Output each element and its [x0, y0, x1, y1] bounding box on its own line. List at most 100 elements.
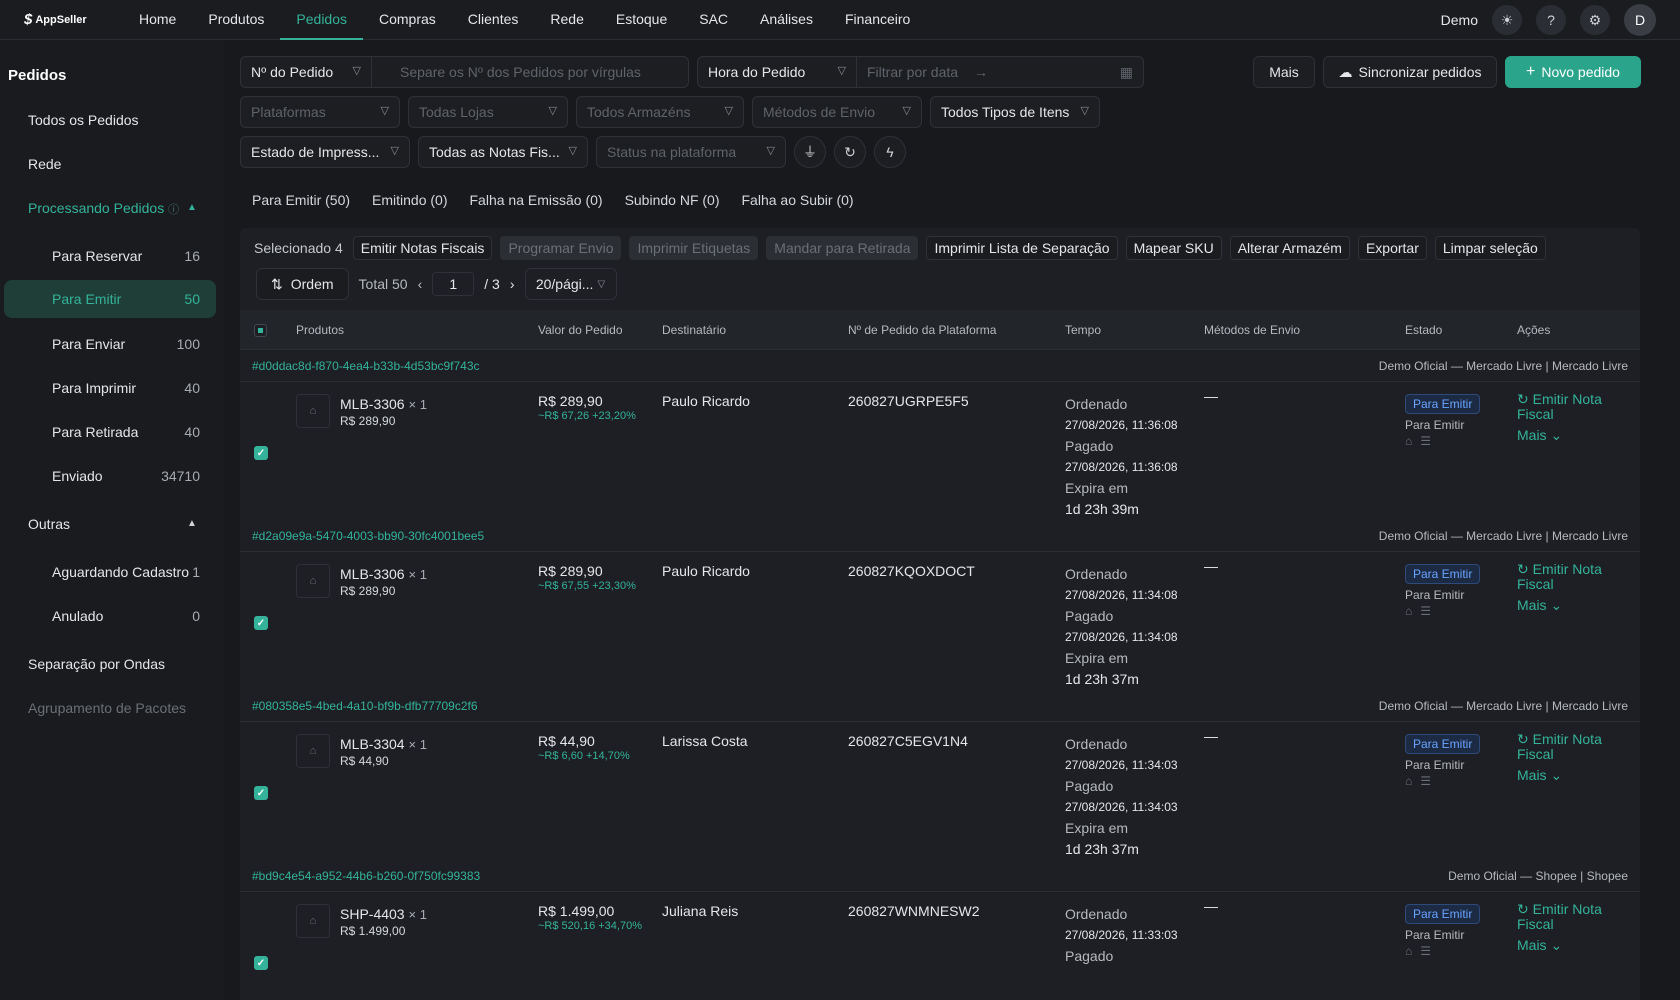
chevron-up-icon[interactable]: ▲ [187, 518, 197, 529]
tag-icon[interactable]: ⌂ [1405, 434, 1420, 448]
clear-selection-button[interactable]: Limpar seleção [1434, 236, 1546, 260]
subtab-para-emitir[interactable]: Para Emitir (50) [252, 192, 350, 208]
map-sku-button[interactable]: Mapear SKU [1125, 236, 1222, 260]
product-sku[interactable]: MLB-3306 × 1 [340, 566, 427, 582]
nav-produtos[interactable]: Produtos [192, 0, 280, 40]
sidebar-item-agrupamento[interactable]: Agrupamento de Pacotes [28, 700, 186, 716]
row-more-menu[interactable]: Mais ⌄ [1517, 768, 1617, 783]
list-icon[interactable]: ☰ [1420, 604, 1439, 618]
nav-clientes[interactable]: Clientes [452, 0, 535, 40]
col-produtos[interactable]: Produtos [296, 323, 344, 337]
help-icon[interactable]: ? [1536, 5, 1566, 35]
sidebar-item-anulado[interactable]: Anulado 0 [52, 608, 200, 624]
avatar[interactable]: D [1624, 4, 1656, 36]
order-id-link[interactable]: #bd9c4e54-a952-44b6-b260-0f750fc99383 [252, 869, 480, 883]
nav-pedidos[interactable]: Pedidos [280, 0, 363, 40]
order-id-link[interactable]: #080358e5-4bed-4a10-bf9b-dfb77709c2f6 [252, 699, 478, 713]
nav-analises[interactable]: Análises [744, 0, 829, 40]
sidebar-item-para-reservar[interactable]: Para Reservar 16 [52, 248, 200, 264]
sidebar-group-processing[interactable]: Processando Pedidos ⓘ [28, 200, 179, 217]
refresh-icon[interactable]: ↻ [834, 136, 866, 168]
shipping-methods-select[interactable]: Métodos de Envio ▽ [752, 96, 922, 128]
sidebar-group-outras[interactable]: Outras [28, 516, 70, 532]
subtab-falha-subir[interactable]: Falha ao Subir (0) [742, 192, 854, 208]
nav-estoque[interactable]: Estoque [600, 0, 683, 40]
sync-orders-button[interactable]: ☁ Sincronizar pedidos [1323, 56, 1497, 88]
order-number-select[interactable]: Nº do Pedido ▽ [240, 56, 372, 88]
theme-toggle-icon[interactable]: ☀ [1492, 5, 1522, 35]
select-all-checkbox[interactable] [254, 324, 267, 337]
new-order-button[interactable]: + Novo pedido [1505, 56, 1641, 88]
col-acoes[interactable]: Ações [1517, 323, 1550, 337]
prev-page-icon[interactable]: ‹ [418, 276, 423, 292]
row-checkbox[interactable]: ✓ [254, 446, 268, 460]
list-icon[interactable]: ☰ [1420, 774, 1439, 788]
row-more-menu[interactable]: Mais ⌄ [1517, 938, 1617, 953]
row-checkbox[interactable]: ✓ [254, 616, 268, 630]
sidebar-item-aguardando-cadastro[interactable]: Aguardando Cadastro 1 [52, 564, 200, 580]
col-estado[interactable]: Estado [1405, 323, 1442, 337]
nav-compras[interactable]: Compras [363, 0, 452, 40]
order-id-link[interactable]: #d0ddac8d-f870-4ea4-b33b-4d53bc9f743c [252, 359, 480, 373]
emit-invoice-link[interactable]: ↻ Emitir Nota Fiscal [1517, 392, 1617, 422]
print-state-select[interactable]: Estado de Impress... ▽ [240, 136, 410, 168]
col-destinatario[interactable]: Destinatário [662, 323, 726, 337]
sidebar-item-para-emitir[interactable]: Para Emitir 50 [4, 280, 216, 318]
more-button[interactable]: Mais [1253, 56, 1315, 88]
sort-order-button[interactable]: ⇅ Ordem [256, 268, 349, 300]
print-picklist-button[interactable]: Imprimir Lista de Separação [926, 236, 1118, 260]
order-time-select[interactable]: Hora do Pedido ▽ [697, 56, 857, 88]
row-more-menu[interactable]: Mais ⌄ [1517, 598, 1617, 613]
sidebar-item-para-enviar[interactable]: Para Enviar 100 [52, 336, 200, 352]
sidebar-item-all-orders[interactable]: Todos os Pedidos [28, 112, 139, 128]
next-page-icon[interactable]: › [510, 276, 515, 292]
tag-icon[interactable]: ⌂ [1405, 944, 1420, 958]
product-sku[interactable]: MLB-3304 × 1 [340, 736, 427, 752]
nav-financeiro[interactable]: Financeiro [829, 0, 926, 40]
platforms-select[interactable]: Plataformas ▽ [240, 96, 400, 128]
emit-invoices-button[interactable]: Emitir Notas Fiscais [352, 236, 493, 260]
table-row[interactable]: ✓ ⌂ MLB-3306 × 1 R$ 289,90 R$ 289,90 ~R$… [240, 552, 1640, 702]
platform-status-select[interactable]: Status na plataforma ▽ [596, 136, 786, 168]
sidebar-item-enviado[interactable]: Enviado 34710 [52, 468, 200, 484]
row-more-menu[interactable]: Mais ⌄ [1517, 428, 1617, 443]
page-input[interactable]: 1 [432, 272, 475, 296]
product-sku[interactable]: MLB-3306 × 1 [340, 396, 427, 412]
col-numero-plataforma[interactable]: Nº de Pedido da Plataforma [848, 323, 996, 337]
lightning-icon[interactable]: ϟ [874, 136, 906, 168]
export-button[interactable]: Exportar [1357, 236, 1427, 260]
order-id-link[interactable]: #d2a09e9a-5470-4003-bb90-30fc4001bee5 [252, 529, 484, 543]
tag-icon[interactable]: ⌂ [1405, 774, 1420, 788]
print-labels-button[interactable]: Imprimir Etiquetas [629, 236, 759, 260]
date-range-input[interactable]: Filtrar por data → ▦ [856, 56, 1144, 88]
row-checkbox[interactable]: ✓ [254, 786, 268, 800]
sidebar-item-separacao-ondas[interactable]: Separação por Ondas [28, 656, 165, 672]
list-icon[interactable]: ☰ [1420, 944, 1439, 958]
table-row[interactable]: ✓ ⌂ SHP-4403 × 1 R$ 1.499,00 R$ 1.499,00… [240, 892, 1640, 1000]
col-valor[interactable]: Valor do Pedido [538, 323, 623, 337]
chevron-up-icon[interactable]: ▲ [187, 202, 197, 213]
page-size-select[interactable]: 20/pági... ▽ [524, 268, 617, 300]
sidebar-item-para-imprimir[interactable]: Para Imprimir 40 [52, 380, 200, 396]
invoices-select[interactable]: Todas as Notas Fis... ▽ [418, 136, 588, 168]
warehouses-select[interactable]: Todos Armazéns ▽ [576, 96, 744, 128]
filter-icon[interactable]: ⏚ [794, 136, 826, 168]
user-name[interactable]: Demo [1441, 12, 1478, 28]
sidebar-item-rede[interactable]: Rede [28, 156, 61, 172]
emit-invoice-link[interactable]: ↻ Emitir Nota Fiscal [1517, 902, 1617, 932]
nav-home[interactable]: Home [123, 0, 192, 40]
table-row[interactable]: ✓ ⌂ MLB-3306 × 1 R$ 289,90 R$ 289,90 ~R$… [240, 382, 1640, 532]
change-warehouse-button[interactable]: Alterar Armazém [1229, 236, 1350, 260]
nav-rede[interactable]: Rede [534, 0, 599, 40]
send-pickup-button[interactable]: Mandar para Retirada [766, 236, 919, 260]
subtab-subindo-nf[interactable]: Subindo NF (0) [625, 192, 720, 208]
item-types-select[interactable]: Todos Tipos de Itens ▽ [930, 96, 1100, 128]
app-logo[interactable]: $ AppSeller [24, 11, 87, 28]
order-number-input[interactable]: Separe os Nº dos Pedidos por vírgulas [371, 56, 689, 88]
table-row[interactable]: ✓ ⌂ MLB-3304 × 1 R$ 44,90 R$ 44,90 ~R$ 6… [240, 722, 1640, 872]
nav-sac[interactable]: SAC [683, 0, 744, 40]
settings-gear-icon[interactable]: ⚙ [1580, 5, 1610, 35]
emit-invoice-link[interactable]: ↻ Emitir Nota Fiscal [1517, 562, 1617, 592]
row-checkbox[interactable]: ✓ [254, 956, 268, 970]
subtab-emitindo[interactable]: Emitindo (0) [372, 192, 447, 208]
